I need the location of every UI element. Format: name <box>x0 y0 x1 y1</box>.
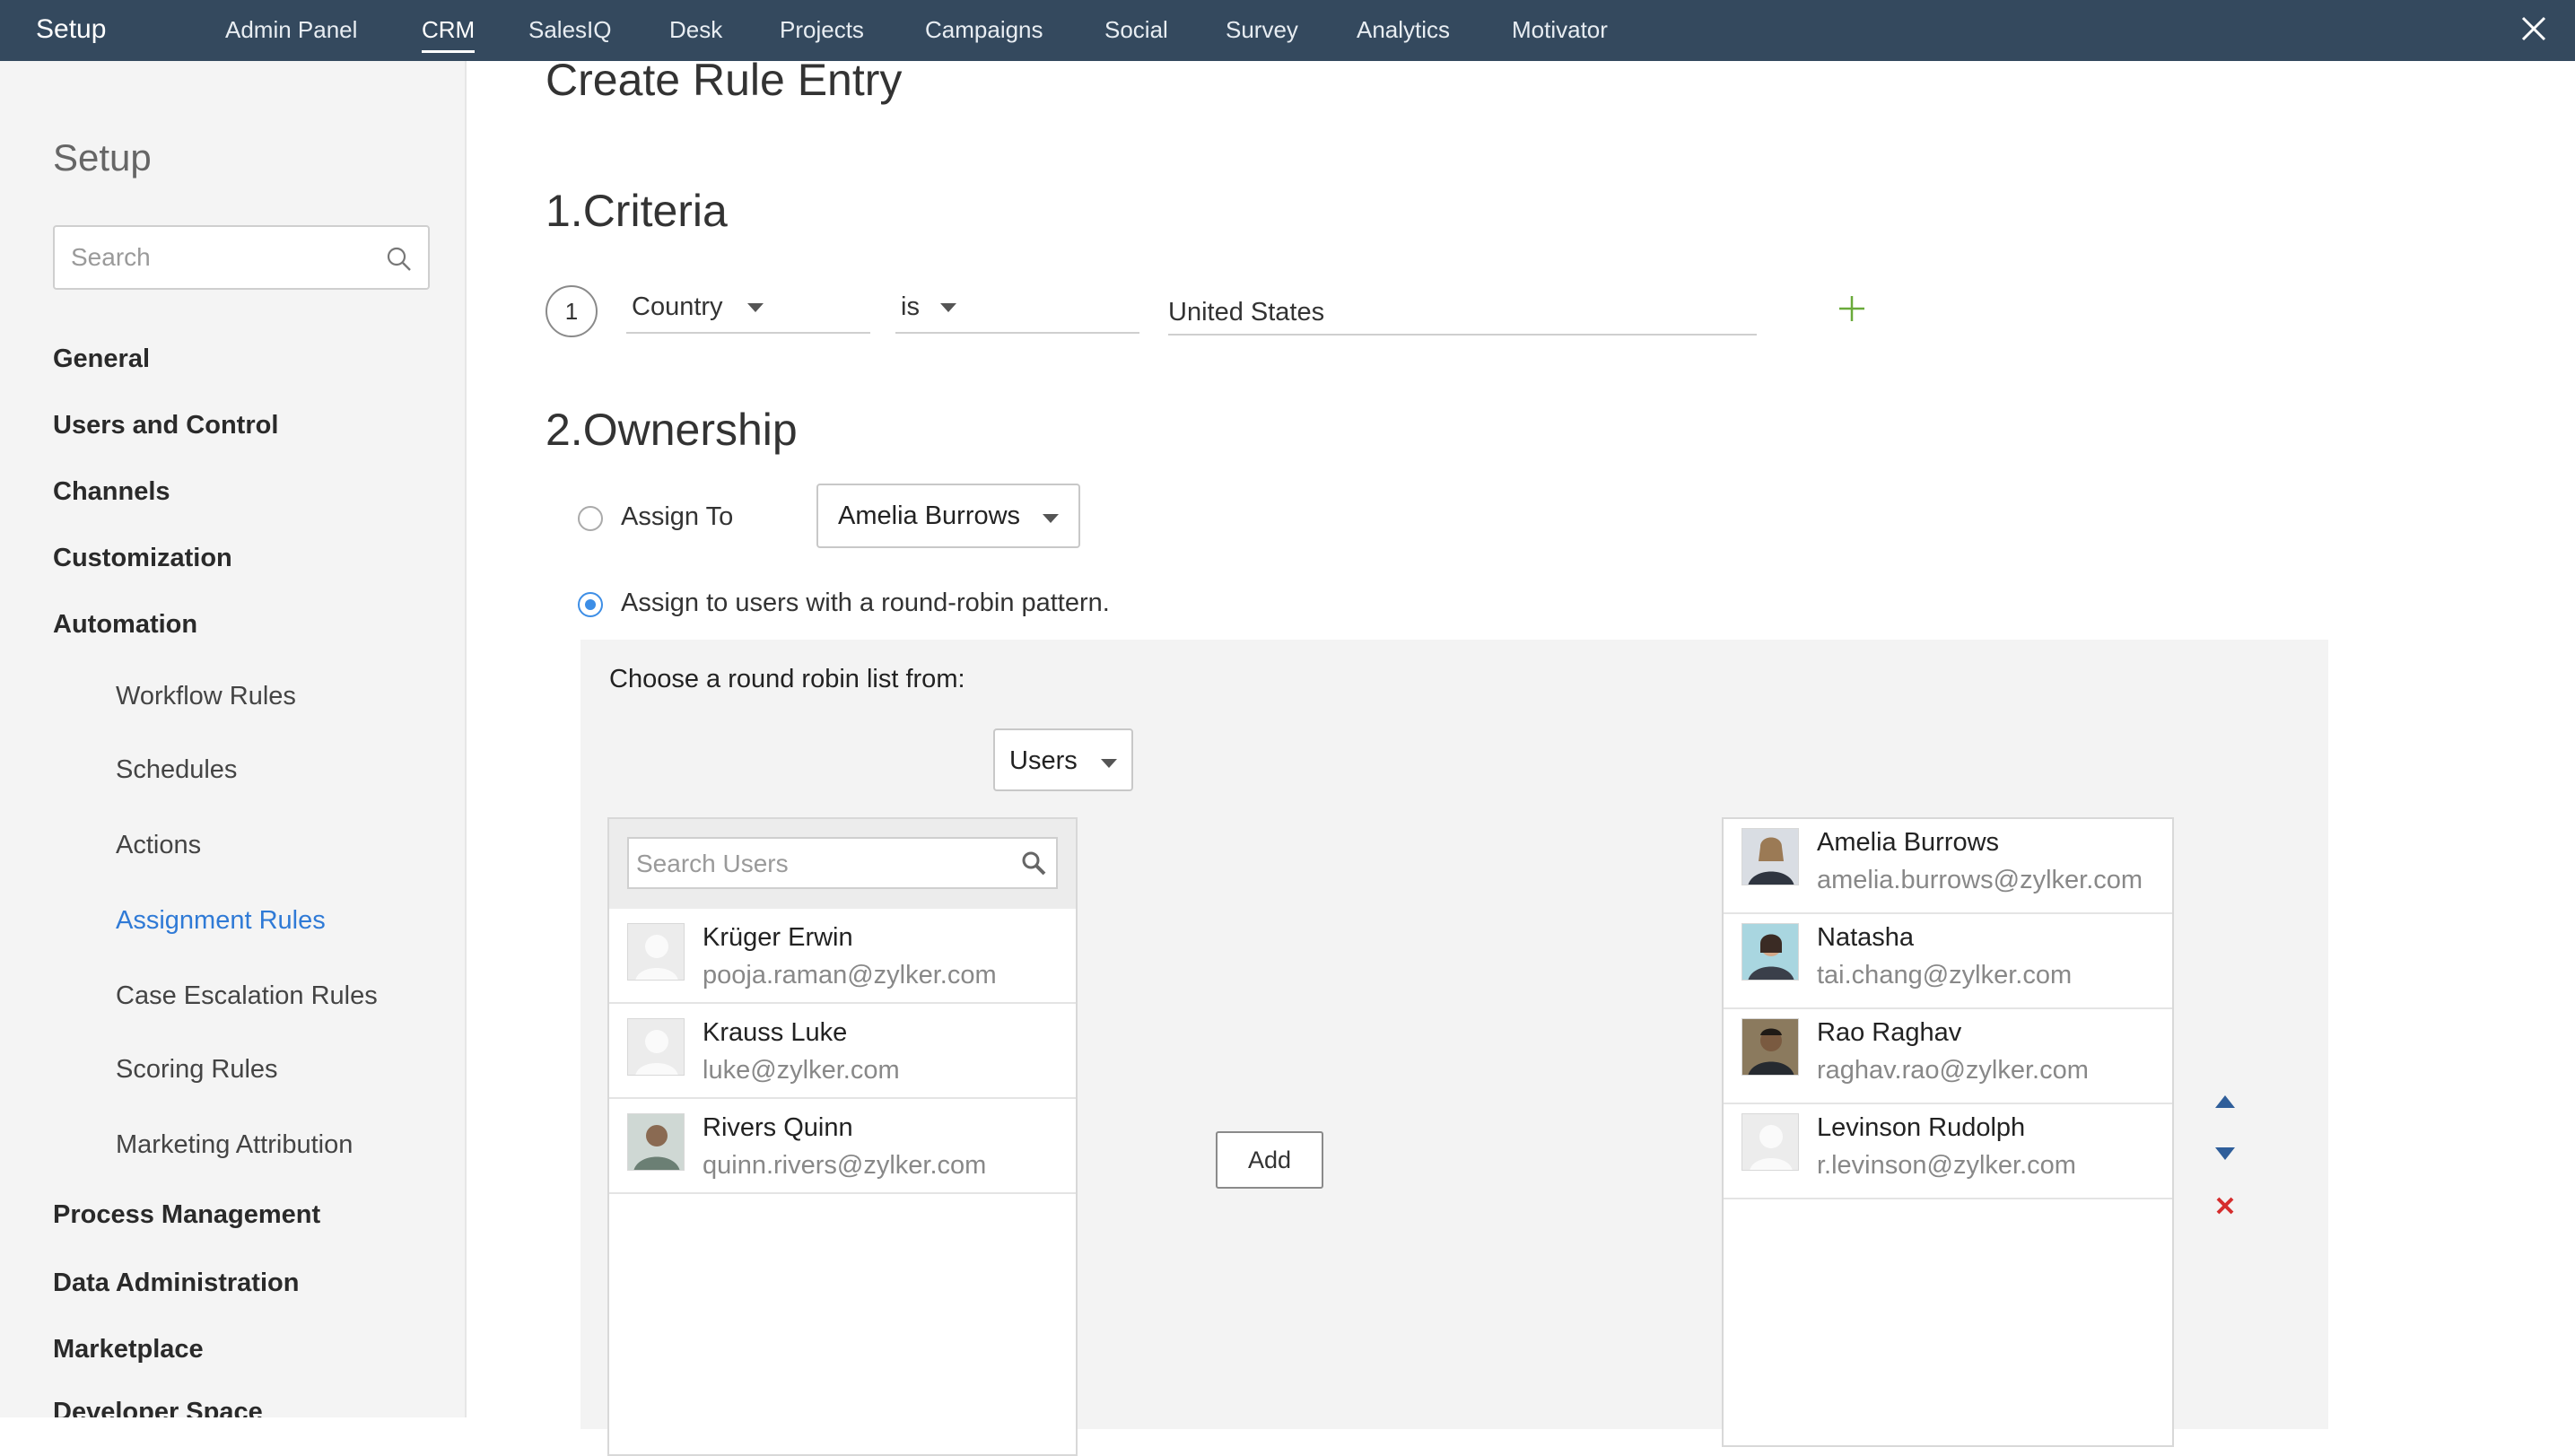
brand-title[interactable]: Setup <box>36 14 106 45</box>
tab-salesiq[interactable]: SalesIQ <box>528 16 612 44</box>
selected-users-list: Amelia Burrows amelia.burrows@zylker.com… <box>1722 817 2174 1447</box>
user-email: r.levinson@zylker.com <box>1817 1151 2076 1180</box>
sidebar-item-case-escalation-rules[interactable]: Case Escalation Rules <box>116 981 378 1011</box>
main-content: Create Rule Entry 1.Criteria 1 Country i… <box>468 55 2575 1456</box>
tab-social[interactable]: Social <box>1104 16 1168 44</box>
sidebar-item-developer-space[interactable]: Developer Space <box>53 1398 263 1417</box>
round-robin-label: Assign to users with a round-robin patte… <box>621 589 1110 617</box>
selected-user-row[interactable]: Amelia Burrows amelia.burrows@zylker.com <box>1724 819 2172 914</box>
criteria-heading: 1.Criteria <box>546 186 728 236</box>
tab-analytics[interactable]: Analytics <box>1357 16 1450 44</box>
user-name: Levinson Rudolph <box>1817 1113 2026 1142</box>
tab-motivator[interactable]: Motivator <box>1512 16 1608 44</box>
avatar-photo <box>1741 923 1799 981</box>
criteria-row-number: 1 <box>546 285 598 337</box>
sidebar-search-input[interactable] <box>71 240 376 275</box>
tab-desk[interactable]: Desk <box>669 16 722 44</box>
selected-user-row[interactable]: Natasha tai.chang@zylker.com <box>1724 914 2172 1009</box>
avatar-photo <box>1741 828 1799 885</box>
add-button[interactable]: Add <box>1216 1131 1323 1189</box>
close-icon[interactable] <box>2516 11 2552 47</box>
avatar-placeholder-icon <box>627 1018 685 1076</box>
round-robin-radio[interactable] <box>578 592 603 617</box>
sidebar-item-customization[interactable]: Customization <box>53 544 232 573</box>
user-email: tai.chang@zylker.com <box>1817 961 2073 990</box>
sidebar-item-process-management[interactable]: Process Management <box>53 1200 320 1230</box>
criteria-operator-value: is <box>901 292 920 321</box>
user-email: pooja.raman@zylker.com <box>703 961 997 990</box>
criteria-operator-dropdown[interactable]: is <box>895 283 1139 334</box>
round-robin-source-value: Users <box>1009 746 1078 775</box>
user-email: raghav.rao@zylker.com <box>1817 1056 2089 1085</box>
sidebar-item-marketplace[interactable]: Marketplace <box>53 1335 204 1364</box>
top-navigation-bar: Setup Admin Panel CRM SalesIQ Desk Proje… <box>0 0 2575 61</box>
available-users-header <box>609 819 1076 909</box>
user-name: Rivers Quinn <box>703 1113 853 1142</box>
user-name: Amelia Burrows <box>1817 828 2000 857</box>
sidebar-item-workflow-rules[interactable]: Workflow Rules <box>116 682 296 711</box>
user-email: amelia.burrows@zylker.com <box>1817 866 2143 894</box>
criteria-value-text: United States <box>1168 298 1325 327</box>
sidebar-item-schedules[interactable]: Schedules <box>116 755 237 785</box>
chevron-down-icon <box>747 303 764 312</box>
assign-to-user-dropdown[interactable]: Amelia Burrows <box>816 484 1080 548</box>
sidebar-item-marketing-attribution[interactable]: Marketing Attribution <box>116 1130 353 1160</box>
page-title: Create Rule Entry <box>546 55 903 105</box>
search-users-input[interactable] <box>636 848 995 880</box>
assign-to-radio[interactable] <box>578 506 603 531</box>
search-users-box[interactable] <box>627 837 1058 889</box>
round-robin-panel: Choose a round robin list from: Users Se… <box>580 640 2328 1456</box>
chevron-down-icon <box>940 303 956 312</box>
available-user-row[interactable]: Krüger Erwin pooja.raman@zylker.com <box>609 909 1076 1004</box>
tab-admin-panel[interactable]: Admin Panel <box>225 16 357 44</box>
selected-user-row[interactable]: Rao Raghav raghav.rao@zylker.com <box>1724 1009 2172 1104</box>
avatar-photo <box>1741 1018 1799 1076</box>
move-up-icon[interactable] <box>2213 1094 2237 1110</box>
search-icon[interactable] <box>1020 850 1047 876</box>
add-criteria-icon[interactable] <box>1834 291 1870 327</box>
sidebar-item-general[interactable]: General <box>53 344 150 374</box>
sidebar-item-users-and-control[interactable]: Users and Control <box>53 411 278 440</box>
search-icon[interactable] <box>385 245 414 274</box>
chevron-down-icon <box>1101 759 1117 768</box>
sidebar-title: Setup <box>53 136 152 179</box>
avatar-placeholder-icon <box>1741 1113 1799 1171</box>
user-name: Rao Raghav <box>1817 1018 1962 1047</box>
tab-crm[interactable]: CRM <box>422 16 476 53</box>
available-user-row[interactable]: Rivers Quinn quinn.rivers@zylker.com <box>609 1099 1076 1194</box>
sidebar-item-scoring-rules[interactable]: Scoring Rules <box>116 1055 278 1085</box>
tab-survey[interactable]: Survey <box>1226 16 1298 44</box>
round-robin-list-label: Choose a round robin list from: <box>609 665 965 693</box>
ownership-heading: 2.Ownership <box>546 405 798 455</box>
tab-projects[interactable]: Projects <box>780 16 864 44</box>
sidebar-search[interactable] <box>53 225 430 290</box>
round-robin-source-dropdown[interactable]: Users <box>993 728 1133 791</box>
sidebar-item-data-administration[interactable]: Data Administration <box>53 1269 299 1298</box>
selected-user-row[interactable]: Levinson Rudolph r.levinson@zylker.com <box>1724 1104 2172 1199</box>
avatar-photo <box>627 1113 685 1171</box>
assign-to-user-value: Amelia Burrows <box>838 501 1021 530</box>
setup-sidebar: Setup General Users and Control Channels… <box>0 61 467 1417</box>
user-email: luke@zylker.com <box>703 1056 900 1085</box>
tab-campaigns[interactable]: Campaigns <box>925 16 1043 44</box>
criteria-field-value: Country <box>632 292 723 321</box>
remove-icon[interactable] <box>2215 1196 2235 1216</box>
user-name: Krüger Erwin <box>703 923 853 952</box>
user-email: quinn.rivers@zylker.com <box>703 1151 987 1180</box>
avatar-placeholder-icon <box>627 923 685 981</box>
sidebar-item-automation[interactable]: Automation <box>53 610 197 640</box>
criteria-field-dropdown[interactable]: Country <box>626 283 870 334</box>
move-down-icon[interactable] <box>2213 1146 2237 1162</box>
user-name: Natasha <box>1817 923 1915 952</box>
sidebar-item-channels[interactable]: Channels <box>53 477 170 507</box>
chevron-down-icon <box>1043 514 1059 523</box>
assign-to-label: Assign To <box>621 502 734 531</box>
sidebar-item-assignment-rules[interactable]: Assignment Rules <box>116 906 326 936</box>
available-users-list: Krüger Erwin pooja.raman@zylker.com Krau… <box>607 817 1078 1456</box>
sidebar-item-actions[interactable]: Actions <box>116 831 201 860</box>
user-name: Krauss Luke <box>703 1018 848 1047</box>
available-user-row[interactable]: Krauss Luke luke@zylker.com <box>609 1004 1076 1099</box>
criteria-value-field[interactable]: United States <box>1168 283 1757 336</box>
